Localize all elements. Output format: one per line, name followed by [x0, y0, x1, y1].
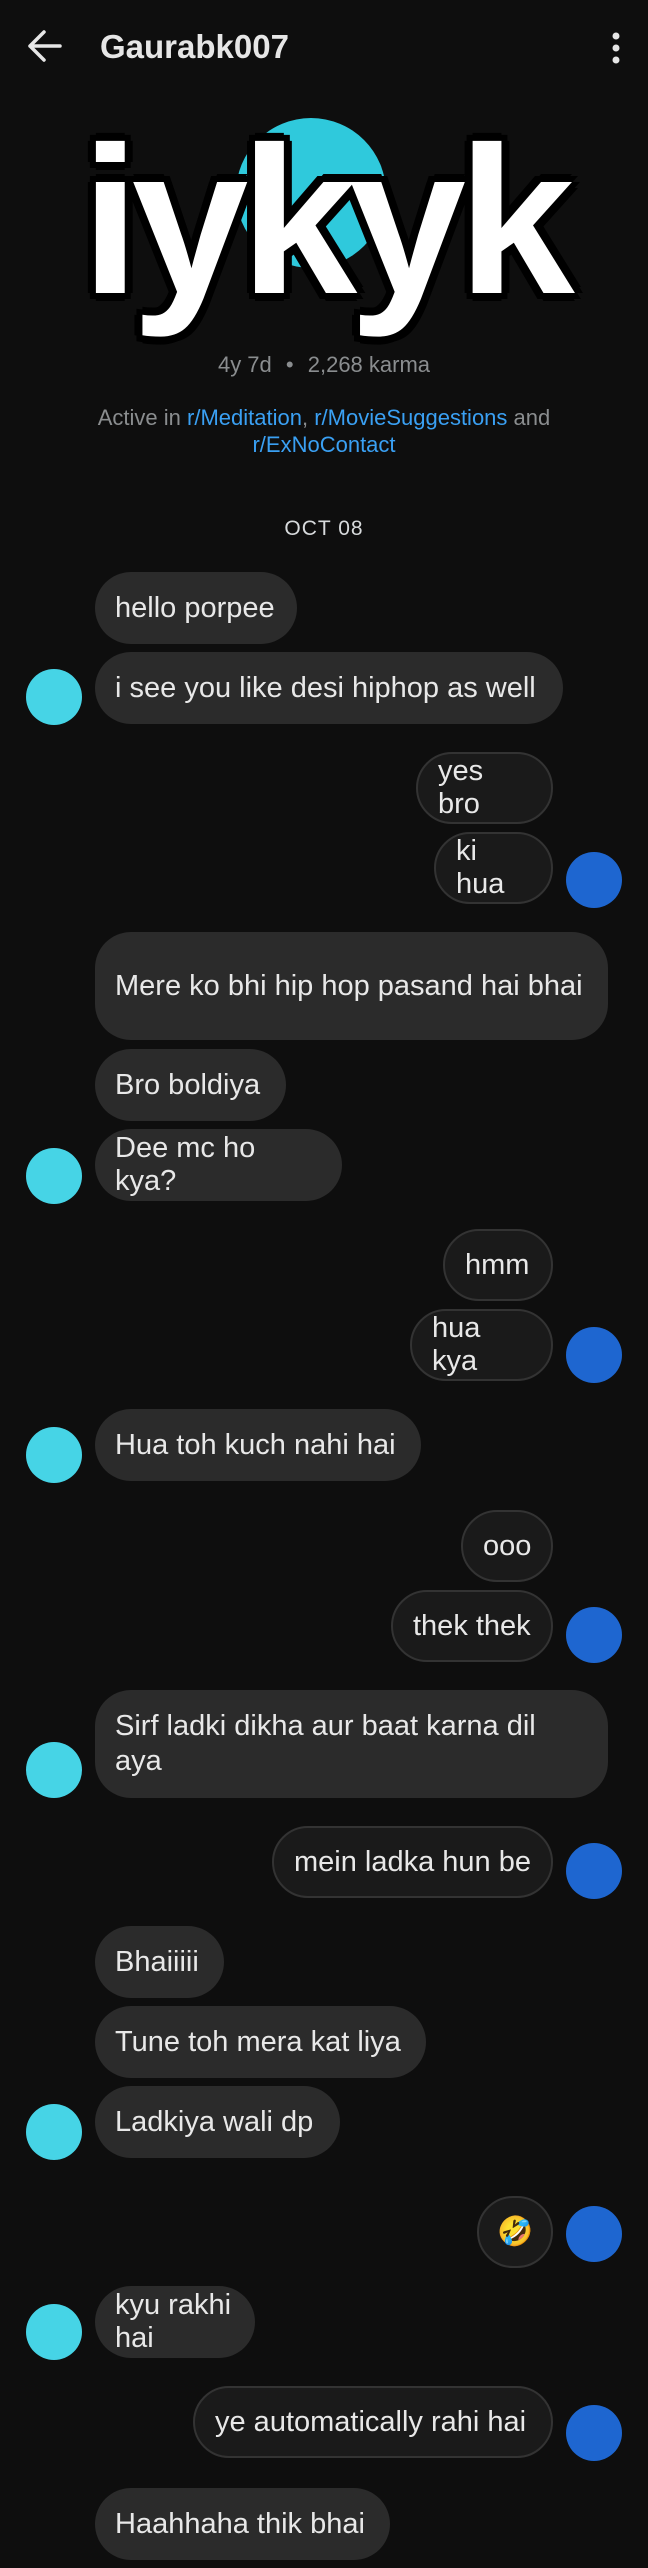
message-bubble[interactable]: Tune toh mera kat liya [95, 2006, 426, 2078]
snoo-avatar-icon[interactable] [26, 669, 82, 725]
back-arrow-icon[interactable] [22, 24, 70, 68]
message-bubble-sent[interactable]: thek thek [391, 1590, 553, 1662]
message-bubble[interactable]: Haahhaha thik bhai [95, 2488, 390, 2560]
message-bubble[interactable]: hello porpee [95, 572, 297, 644]
and-separator: and [507, 405, 551, 430]
snoo-avatar-icon[interactable] [26, 2104, 82, 2160]
community-link-exnocontact[interactable]: r/ExNoContact [252, 432, 395, 457]
chat-title: Gaurabk007 [100, 28, 289, 65]
profile-header: iykyk 4y 7d • 2,268 karma Active in r/Me… [0, 100, 648, 480]
message-bubble[interactable]: Bhaiiiii [95, 1926, 224, 1998]
account-age: 4y 7d [217, 352, 272, 377]
message-bubble-sent[interactable]: hmm [443, 1229, 553, 1301]
community-link-meditation[interactable]: r/Meditation [187, 405, 302, 430]
snoo-avatar-icon[interactable] [26, 1148, 82, 1204]
karma-count: 2,268 karma [307, 352, 431, 377]
message-bubble[interactable]: Bro boldiya [95, 1049, 286, 1121]
message-bubble[interactable]: kyu rakhi hai [95, 2286, 255, 2358]
community-link-moviesuggestions[interactable]: r/MovieSuggestions [314, 405, 507, 430]
user-avatar-icon[interactable] [566, 1327, 622, 1383]
snoo-avatar-icon[interactable] [26, 1427, 82, 1483]
dot-separator: • [285, 352, 294, 377]
user-avatar-icon[interactable] [566, 2405, 622, 2461]
message-bubble[interactable]: Hua toh kuch nahi hai [95, 1409, 421, 1481]
comma-separator: , [301, 405, 315, 430]
iykyk-overlay-text: iykyk [81, 103, 575, 338]
message-bubble-sent[interactable]: yes bro [416, 752, 553, 824]
active-in-communities: Active in r/Meditation, r/MovieSuggestio… [60, 404, 588, 458]
message-bubble-sent[interactable]: ooo [461, 1510, 553, 1582]
message-bubble-sent[interactable]: mein ladka hun be [272, 1826, 553, 1898]
profile-meta: 4y 7d • 2,268 karma [0, 352, 648, 378]
message-bubble[interactable]: i see you like desi hiphop as well [95, 652, 563, 724]
top-bar: Gaurabk007 [0, 0, 648, 92]
message-bubble-sent[interactable]: ki hua [434, 832, 553, 904]
message-bubble-sent[interactable]: ye automatically rahi hai [193, 2386, 553, 2458]
snoo-avatar-icon[interactable] [26, 2304, 82, 2360]
message-bubble[interactable]: Dee mc ho kya? [95, 1129, 342, 1201]
message-bubble[interactable]: Mere ko bhi hip hop pasand hai bhai [95, 932, 608, 1040]
user-avatar-icon[interactable] [566, 1843, 622, 1899]
message-bubble-sent[interactable]: hua kya [410, 1309, 553, 1381]
user-avatar-icon[interactable] [566, 2206, 622, 2262]
user-avatar-icon[interactable] [566, 852, 622, 908]
message-bubble-sent[interactable]: 🤣 [477, 2196, 553, 2268]
message-bubble[interactable]: Ladkiya wali dp [95, 2086, 340, 2158]
snoo-avatar-icon[interactable] [26, 1742, 82, 1798]
user-avatar-icon[interactable] [566, 1607, 622, 1663]
active-prefix: Active in [97, 405, 188, 430]
more-options-icon[interactable] [596, 26, 636, 70]
date-separator: OCT 08 [284, 517, 364, 540]
message-bubble[interactable]: Sirf ladki dikha aur baat karna dil aya [95, 1690, 608, 1798]
